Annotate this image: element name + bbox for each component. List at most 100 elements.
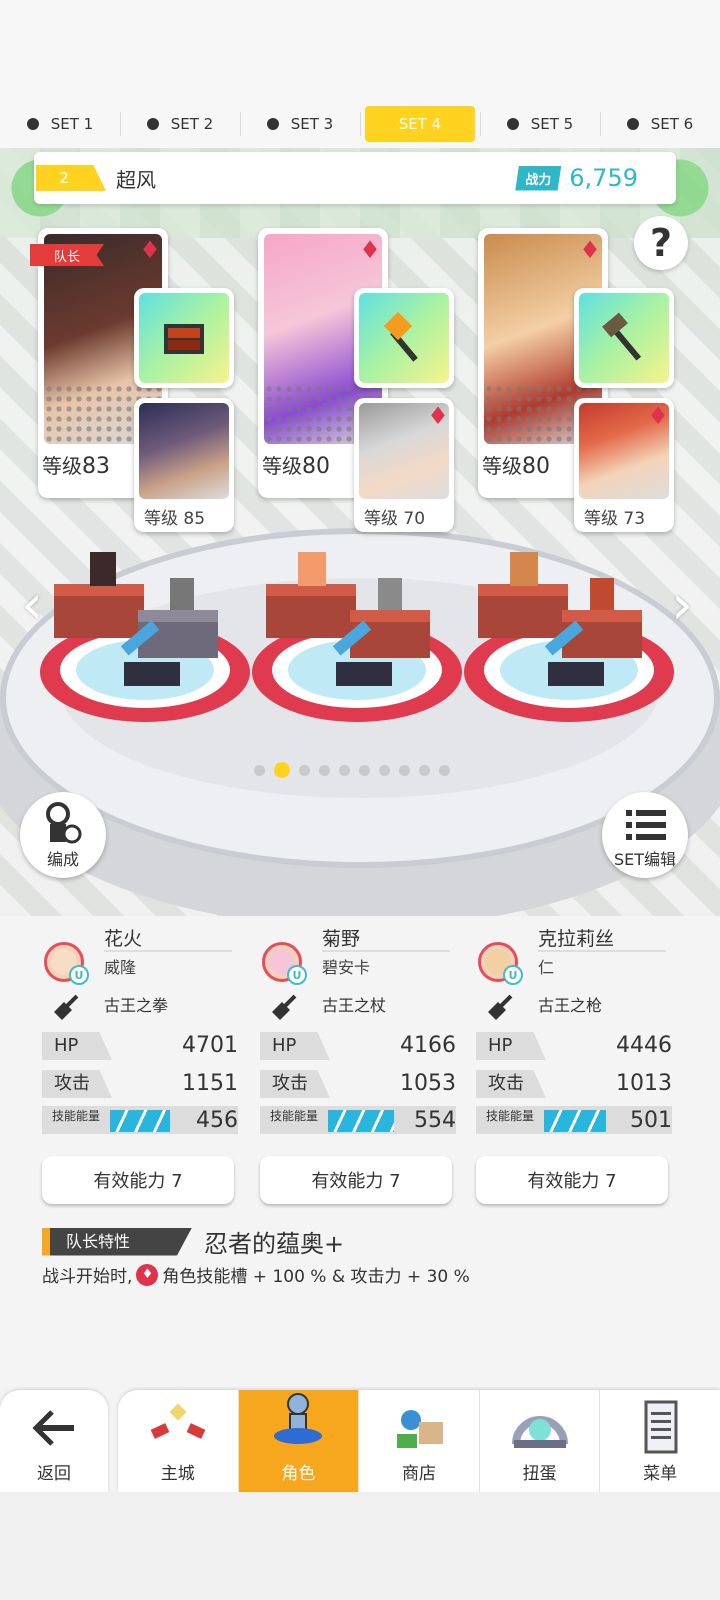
page-dot[interactable] bbox=[319, 764, 330, 776]
hero-level: 等级80 bbox=[482, 450, 550, 479]
nav-shop[interactable]: 商店 bbox=[358, 1390, 479, 1492]
tab-set-2[interactable]: SET 2 bbox=[120, 100, 240, 148]
weapon-name: 古王之枪 bbox=[538, 996, 603, 1015]
atk-row: 攻击 1151 bbox=[42, 1070, 238, 1098]
member-partner: 威隆 bbox=[104, 958, 137, 977]
nav-castle[interactable]: 主城 bbox=[118, 1390, 238, 1492]
energy-label: 技能能量 bbox=[486, 1109, 535, 1123]
set-edit-label: SET编辑 bbox=[613, 850, 677, 869]
atk-value: 1013 bbox=[616, 1071, 672, 1096]
element-badge-icon: U bbox=[503, 965, 523, 985]
hp-value: 4446 bbox=[616, 1033, 672, 1058]
level-value: 80 bbox=[522, 454, 550, 479]
nav-character[interactable]: 角色 bbox=[237, 1390, 359, 1492]
staff-weapon-icon bbox=[383, 311, 418, 362]
system-bar-area bbox=[0, 1492, 720, 1600]
atk-row: 攻击 1053 bbox=[260, 1070, 456, 1098]
nav-group: 主城 角色 商店 扭蛋 菜单 bbox=[118, 1390, 720, 1492]
energy-fill bbox=[110, 1110, 170, 1132]
tab-set-6[interactable]: SET 6 bbox=[600, 100, 720, 148]
avatar[interactable]: U bbox=[44, 942, 89, 985]
hero-pedestal-3[interactable] bbox=[464, 552, 674, 722]
rarity-icon: ♦ bbox=[139, 236, 161, 264]
rarity-icon: ♦ bbox=[427, 402, 449, 430]
pixel-hero-group-icon bbox=[478, 552, 642, 686]
tab-dot-icon bbox=[626, 118, 639, 130]
energy-label: 技能能量 bbox=[270, 1109, 319, 1123]
leader-trait: 队长特性 忍者的蕴奥+ bbox=[42, 1224, 344, 1259]
weapon-name: 古王之杖 bbox=[322, 996, 387, 1015]
castle-icon bbox=[150, 1403, 206, 1439]
page-dot[interactable] bbox=[359, 764, 370, 776]
page-dot[interactable] bbox=[399, 764, 410, 776]
tab-set-4[interactable]: SET 4 bbox=[360, 100, 480, 148]
tab-dot-icon bbox=[506, 118, 519, 130]
atk-label: 攻击 bbox=[260, 1070, 330, 1098]
prev-arrow[interactable]: ‹ bbox=[12, 575, 52, 635]
energy-value: 554 bbox=[414, 1108, 456, 1133]
page-dot[interactable] bbox=[274, 762, 290, 778]
weapon-type-icon bbox=[272, 994, 297, 1020]
atk-label: 攻击 bbox=[42, 1070, 112, 1098]
weapon-type-icon bbox=[54, 994, 79, 1020]
tab-set-1[interactable]: SET 1 bbox=[0, 100, 120, 148]
element-badge-icon: U bbox=[69, 965, 89, 985]
back-label: 返回 bbox=[37, 1464, 71, 1484]
ability-button[interactable]: 有效能力 7 bbox=[42, 1156, 234, 1204]
team-bar[interactable]: 2 超风 战力 6,759 bbox=[34, 152, 676, 204]
leader-trait-name: 忍者的蕴奥+ bbox=[204, 1230, 345, 1258]
leader-trait-description: 战斗开始时, ♦ 角色技能槽 + 100 % & 攻击力 + 30 % bbox=[42, 1262, 470, 1287]
level-label: 等级 bbox=[42, 454, 82, 478]
nav-label: 商店 bbox=[401, 1464, 436, 1484]
formation-button[interactable]: 编成 bbox=[20, 792, 106, 878]
weapon-card-3[interactable] bbox=[574, 288, 674, 388]
page-dot[interactable] bbox=[299, 764, 310, 776]
sub-card-3[interactable]: ♦ 等级 73 bbox=[574, 398, 674, 532]
back-button[interactable]: 返回 bbox=[0, 1390, 108, 1492]
divider bbox=[104, 950, 232, 952]
page-dot[interactable] bbox=[439, 764, 450, 776]
page-dot[interactable] bbox=[419, 764, 430, 776]
page-dot[interactable] bbox=[339, 764, 350, 776]
level-label: 等级 bbox=[262, 454, 302, 478]
weapon-icon bbox=[139, 293, 229, 383]
next-arrow[interactable]: › bbox=[662, 575, 702, 635]
member-name: 克拉莉丝 bbox=[538, 928, 615, 950]
atk-row: 攻击 1013 bbox=[476, 1070, 672, 1098]
nav-menu[interactable]: 菜单 bbox=[599, 1390, 720, 1492]
avatar[interactable]: U bbox=[262, 942, 307, 985]
tab-dot-icon bbox=[26, 118, 39, 130]
avatar[interactable]: U bbox=[478, 942, 523, 985]
nav-gacha[interactable]: 扭蛋 bbox=[478, 1390, 600, 1492]
page-dot[interactable] bbox=[254, 764, 265, 776]
sub-card-1[interactable]: 等级 85 bbox=[134, 398, 234, 532]
set-edit-button[interactable]: SET编辑 bbox=[602, 792, 688, 878]
tab-dot-icon bbox=[146, 118, 159, 130]
team-power: 战力 6,759 bbox=[515, 164, 638, 192]
rarity-icon: ♦ bbox=[136, 1263, 159, 1286]
level-label: 等级 bbox=[482, 454, 522, 478]
pixel-hero-group-icon bbox=[266, 552, 430, 686]
skill-energy-bar: 技能能量 554 bbox=[260, 1106, 456, 1134]
hero-pedestal-2[interactable] bbox=[252, 552, 462, 722]
hero-level: 等级80 bbox=[262, 450, 330, 479]
skill-energy-bar: 技能能量 501 bbox=[476, 1106, 672, 1134]
member-name: 菊野 bbox=[322, 928, 361, 950]
shop-icon bbox=[396, 1410, 443, 1448]
tab-set-5[interactable]: SET 5 bbox=[480, 100, 600, 148]
hp-row: HP 4701 bbox=[42, 1032, 238, 1060]
hp-label: HP bbox=[260, 1032, 330, 1060]
ability-button[interactable]: 有效能力 7 bbox=[476, 1156, 668, 1204]
tab-set-3[interactable]: SET 3 bbox=[240, 100, 360, 148]
status-area bbox=[0, 0, 720, 100]
hero-pedestal-1[interactable] bbox=[40, 552, 250, 722]
ability-button[interactable]: 有效能力 7 bbox=[260, 1156, 452, 1204]
sub-card-2[interactable]: ♦ 等级 70 bbox=[354, 398, 454, 532]
page-dot[interactable] bbox=[379, 764, 390, 776]
weapon-card-2[interactable] bbox=[354, 288, 454, 388]
character-icon bbox=[274, 1393, 323, 1444]
weapon-card-1[interactable] bbox=[134, 288, 234, 388]
hp-value: 4701 bbox=[182, 1033, 238, 1058]
leader-tag: 队长 bbox=[30, 244, 104, 266]
help-button[interactable]: ? bbox=[634, 216, 688, 270]
